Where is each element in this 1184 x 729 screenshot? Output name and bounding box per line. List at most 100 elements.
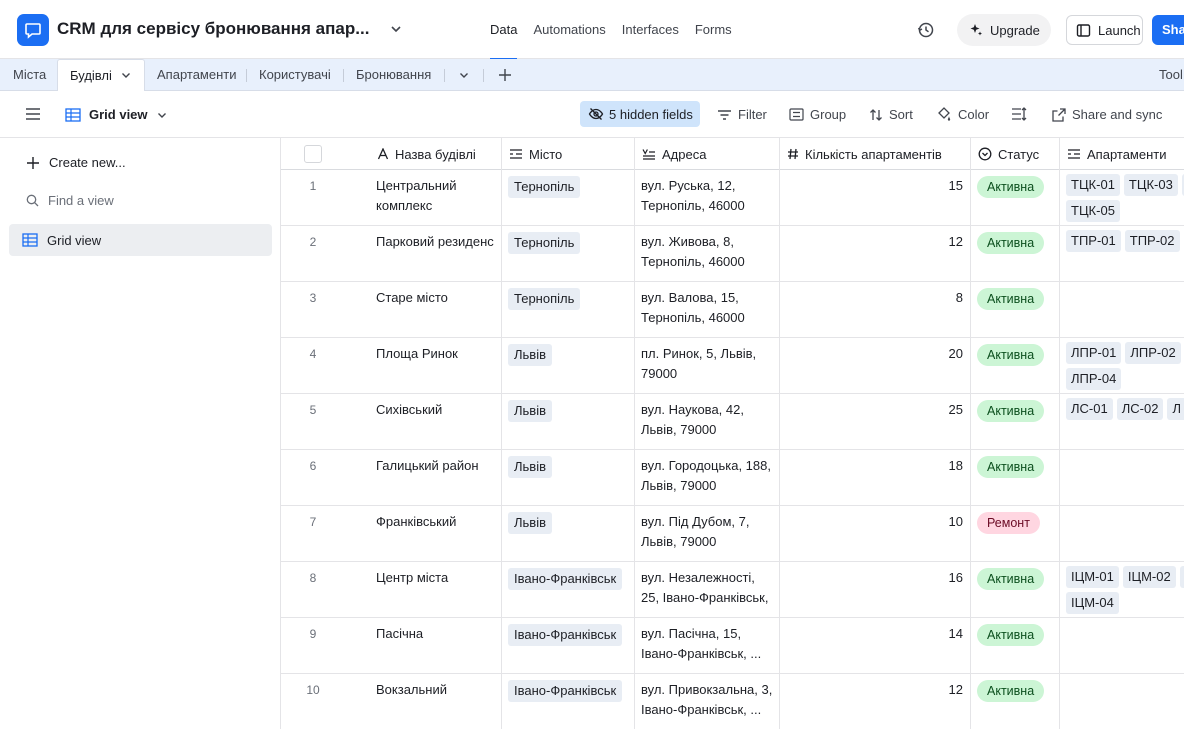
table-tab-apartments[interactable]: Апартаменти	[157, 59, 237, 91]
base-title[interactable]: CRM для сервісу бронювання апар...	[57, 19, 369, 39]
apartment-chip[interactable]: ТПР-01	[1066, 230, 1121, 252]
upgrade-button[interactable]: Upgrade	[957, 14, 1051, 46]
table-tab-bookings[interactable]: Бронювання	[356, 59, 431, 91]
cell-status[interactable]: Активна	[971, 170, 1060, 226]
cell-city[interactable]: Львів	[502, 506, 635, 562]
cell-apartments[interactable]	[1060, 450, 1184, 506]
apartment-chip[interactable]: ТЦК-05	[1066, 200, 1120, 222]
table-row[interactable]: 1 Центральний комплекс Тернопіль вул. Руськ…	[281, 170, 1184, 226]
create-view-button[interactable]: Create new...	[26, 155, 126, 170]
tools-menu[interactable]: Tool	[1159, 59, 1183, 91]
city-chip[interactable]: Львів	[508, 512, 553, 534]
cell-apartment-count[interactable]: 25	[780, 394, 971, 450]
nav-tab-forms[interactable]: Forms	[695, 0, 732, 59]
city-chip[interactable]: Тернопіль	[508, 232, 581, 254]
cell-building-name[interactable]: Франківський	[370, 506, 502, 562]
cell-address[interactable]: вул. Живова, 8, Тернопіль, 46000	[635, 226, 780, 282]
share-button[interactable]: Sha	[1152, 15, 1184, 45]
cell-apartment-count[interactable]: 18	[780, 450, 971, 506]
table-row[interactable]: 10 Вокзальний Івано-Франківськ вул. Привокз…	[281, 674, 1184, 729]
cell-address[interactable]: вул. Під Дубом, 7, Львів, 79000	[635, 506, 780, 562]
apartment-chip[interactable]: ТЦК-01	[1066, 174, 1120, 196]
table-row[interactable]: 5 Сихівський Львів вул. Наукова, 42, Львів,…	[281, 394, 1184, 450]
apartment-chip[interactable]: ЛПР-01	[1066, 342, 1122, 364]
sidebar-item-grid-view[interactable]: Grid view	[9, 224, 272, 256]
cell-apartment-count[interactable]: 16	[780, 562, 971, 618]
cell-status[interactable]: Активна	[971, 282, 1060, 338]
share-sync-button[interactable]: Share and sync	[1052, 91, 1162, 138]
column-header-address[interactable]: Адреса	[635, 138, 780, 170]
table-row[interactable]: 7 Франківський Львів вул. Під Дубом, 7, Льв…	[281, 506, 1184, 562]
cell-status[interactable]: Ремонт	[971, 506, 1060, 562]
city-chip[interactable]: Львів	[508, 456, 553, 478]
menu-icon[interactable]	[25, 107, 41, 121]
city-chip[interactable]: Тернопіль	[508, 288, 581, 310]
cell-building-name[interactable]: Центральний комплекс	[370, 170, 502, 226]
apartment-chip[interactable]: ІЦМ-02	[1122, 566, 1176, 588]
cell-apartment-count[interactable]: 12	[780, 226, 971, 282]
cell-apartments[interactable]: ІЦМ-01ІЦМ-02ІЦМ-03 ІЦМ-04	[1060, 562, 1184, 618]
cell-apartment-count[interactable]: 8	[780, 282, 971, 338]
column-header-city[interactable]: Місто	[502, 138, 635, 170]
cell-address[interactable]: вул. Пасічна, 15, Івано-Франківськ, ...	[635, 618, 780, 674]
cell-city[interactable]: Івано-Франківськ	[502, 674, 635, 729]
apartment-chip[interactable]: ЛС-02	[1116, 398, 1164, 420]
cell-apartment-count[interactable]: 10	[780, 506, 971, 562]
cell-apartments[interactable]	[1060, 506, 1184, 562]
history-icon[interactable]	[916, 20, 936, 40]
sort-button[interactable]: Sort	[869, 91, 913, 138]
cell-building-name[interactable]: Сихівський	[370, 394, 502, 450]
cell-apartments[interactable]: ЛС-01ЛС-02ЛЛС-04	[1060, 394, 1184, 450]
launch-button[interactable]: Launch	[1066, 15, 1143, 45]
cell-apartments[interactable]: ЛПР-01ЛПР-02ЛПР-03ЛПР-04	[1060, 338, 1184, 394]
apartment-chip[interactable]: ЛПР-04	[1066, 368, 1122, 390]
chevron-down-icon[interactable]	[458, 69, 470, 81]
apartment-chip[interactable]: Л	[1167, 398, 1184, 420]
cell-status[interactable]: Активна	[971, 450, 1060, 506]
table-row[interactable]: 8 Центр міста Івано-Франківськ вул. Незалеж…	[281, 562, 1184, 618]
table-tab-cities[interactable]: Міста	[13, 59, 46, 91]
city-chip[interactable]: Тернопіль	[508, 176, 581, 198]
select-all-checkbox[interactable]	[304, 145, 322, 163]
table-tab-buildings[interactable]: Будівлі	[57, 59, 145, 92]
cell-building-name[interactable]: Парковий резиденс	[370, 226, 502, 282]
table-row[interactable]: 4 Площа Ринок Львів пл. Ринок, 5, Львів, 79…	[281, 338, 1184, 394]
cell-city[interactable]: Івано-Франківськ	[502, 562, 635, 618]
hidden-fields-button[interactable]: 5 hidden fields	[580, 101, 700, 127]
cell-apartments[interactable]	[1060, 282, 1184, 338]
nav-tab-interfaces[interactable]: Interfaces	[622, 0, 679, 59]
cell-building-name[interactable]: Галицький район	[370, 450, 502, 506]
table-tab-users[interactable]: Користувачі	[259, 59, 331, 91]
apartment-chip[interactable]: ІЦМ-04	[1066, 592, 1119, 614]
chevron-down-icon[interactable]	[389, 22, 403, 36]
city-chip[interactable]: Івано-Франківськ	[508, 680, 623, 702]
table-row[interactable]: 2 Парковий резиденс Тернопіль вул. Живова, …	[281, 226, 1184, 282]
column-header-name[interactable]: Назва будівлі	[370, 138, 502, 170]
cell-building-name[interactable]: Центр міста	[370, 562, 502, 618]
column-header-status[interactable]: Статус	[971, 138, 1060, 170]
chevron-down-icon[interactable]	[120, 69, 132, 81]
cell-building-name[interactable]: Старе місто	[370, 282, 502, 338]
cell-apartment-count[interactable]: 12	[780, 674, 971, 729]
cell-status[interactable]: Активна	[971, 226, 1060, 282]
cell-apartment-count[interactable]: 14	[780, 618, 971, 674]
cell-city[interactable]: Тернопіль	[502, 226, 635, 282]
cell-address[interactable]: вул. Руська, 12, Тернопіль, 46000	[635, 170, 780, 226]
table-row[interactable]: 6 Галицький район Львів вул. Городоцька, 18…	[281, 450, 1184, 506]
cell-address[interactable]: вул. Незалежності, 25, Івано-Франківськ,…	[635, 562, 780, 618]
find-view-input[interactable]: Find a view	[26, 193, 114, 208]
cell-city[interactable]: Тернопіль	[502, 282, 635, 338]
cell-city[interactable]: Львів	[502, 338, 635, 394]
cell-apartment-count[interactable]: 20	[780, 338, 971, 394]
cell-apartments[interactable]: ТПР-01ТПР-02ТПР-03	[1060, 226, 1184, 282]
cell-address[interactable]: вул. Наукова, 42, Львів, 79000	[635, 394, 780, 450]
cell-building-name[interactable]: Пасічна	[370, 618, 502, 674]
cell-city[interactable]: Львів	[502, 394, 635, 450]
cell-address[interactable]: пл. Ринок, 5, Львів, 79000	[635, 338, 780, 394]
cell-building-name[interactable]: Вокзальний	[370, 674, 502, 729]
city-chip[interactable]: Львів	[508, 400, 553, 422]
add-table-icon[interactable]	[498, 68, 512, 82]
cell-address[interactable]: вул. Привокзальна, 3, Івано-Франківськ, …	[635, 674, 780, 729]
cell-apartments[interactable]	[1060, 618, 1184, 674]
cell-city[interactable]: Тернопіль	[502, 170, 635, 226]
